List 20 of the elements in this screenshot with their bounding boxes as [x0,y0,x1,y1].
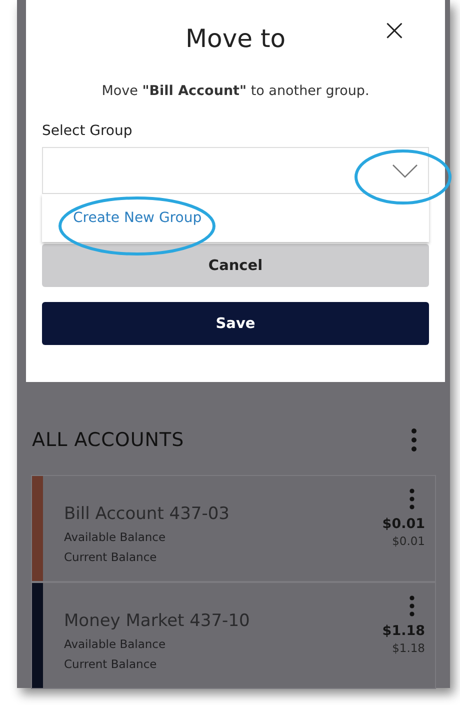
close-button[interactable]: × [380,16,409,46]
balance-label: Available Balance [64,529,167,546]
cancel-button[interactable]: Cancel [42,244,429,287]
available-balance: $1.18 [382,623,425,639]
more-icon[interactable] [409,488,415,510]
more-icon[interactable] [409,595,415,617]
balance-label: Current Balance [64,549,158,566]
dialog-title: Move to [185,23,286,48]
save-button[interactable]: Save [42,302,429,345]
dialog-message: Move "Bill Account" to another group. [102,83,370,99]
more-icon[interactable] [411,428,417,452]
section-title: ALL ACCOUNTS [32,429,184,451]
account-name: Bill Account 437-03 [64,504,230,524]
field-label: Select Group [42,123,134,139]
current-balance: $1.18 [392,641,425,655]
balance-label: Current Balance [64,656,158,673]
account-name: Money Market 437-10 [64,611,250,631]
available-balance: $0.01 [382,516,425,532]
current-balance: $0.01 [392,534,425,548]
balance-label: Available Balance [64,636,167,653]
